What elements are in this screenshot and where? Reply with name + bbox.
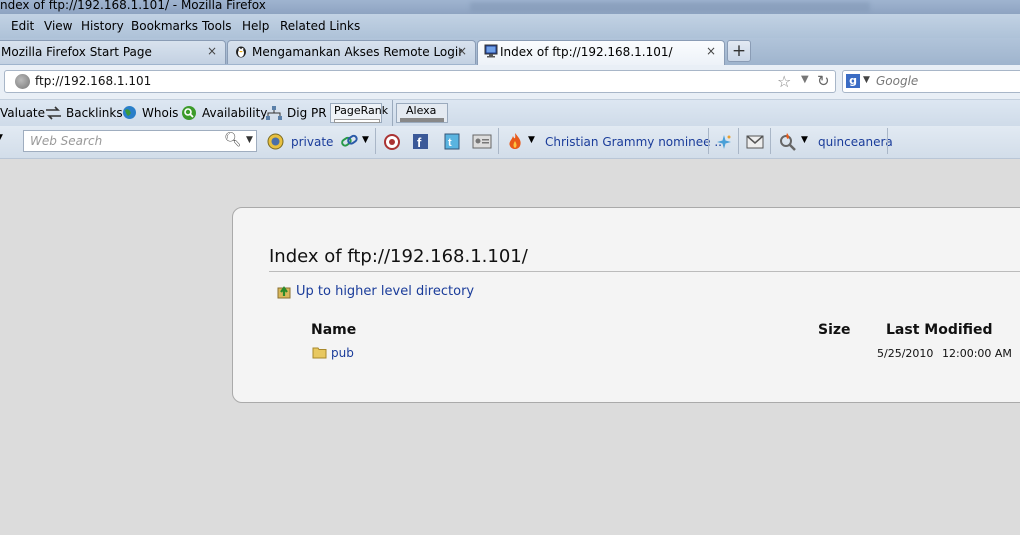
menu-help[interactable]: Help — [242, 19, 269, 33]
folder-icon — [312, 347, 327, 359]
page-content: Index of ftp://192.168.1.101/ Up to high… — [0, 159, 1020, 535]
tab-strip: Mozilla Firefox Start Page × Mengamankan… — [0, 38, 1020, 65]
twitter-icon[interactable]: t — [442, 133, 462, 151]
menu-bar: Edit View History Bookmarks Tools Help R… — [0, 14, 1020, 38]
sparkle-icon[interactable] — [715, 134, 733, 150]
facebook-icon[interactable]: f — [412, 133, 432, 151]
valuate-button[interactable]: Valuate — [0, 106, 45, 120]
modified-time: 12:00:00 AM — [942, 347, 1012, 360]
separator — [738, 128, 739, 154]
svg-text:t: t — [448, 137, 452, 149]
backlinks-button[interactable]: Backlinks — [66, 106, 123, 120]
pagerank-bar — [334, 119, 380, 123]
chevron-down-icon[interactable]: ▼ — [801, 135, 808, 145]
menu-history[interactable]: History — [81, 19, 124, 33]
search-flame-icon[interactable] — [778, 132, 798, 151]
menu-related-links[interactable]: Related Links — [280, 19, 360, 33]
menu-tools[interactable]: Tools — [202, 19, 232, 33]
monitor-icon — [484, 44, 498, 58]
close-icon[interactable]: × — [457, 44, 467, 58]
search-icon[interactable]: 🔍︎ — [224, 132, 242, 148]
chevron-down-icon[interactable]: ▼ — [246, 135, 253, 145]
web-search-placeholder: Web Search — [30, 134, 103, 148]
menu-edit[interactable]: Edit — [11, 19, 34, 33]
menu-bookmarks[interactable]: Bookmarks — [131, 19, 198, 33]
tab-firefox-start[interactable]: Mozilla Firefox Start Page × — [0, 40, 226, 64]
chevron-down-icon[interactable]: ▼ — [863, 75, 870, 85]
close-icon[interactable]: × — [706, 44, 716, 58]
url-text[interactable]: ftp://192.168.1.101 — [35, 74, 151, 88]
alexa-widget[interactable]: Alexa — [396, 103, 448, 123]
id-card-icon[interactable] — [472, 134, 492, 150]
separator — [770, 128, 771, 154]
tab-label: Mengamankan Akses Remote Login s... — [252, 45, 462, 59]
quinceanera-link[interactable]: quinceanera — [818, 135, 893, 149]
web-search-input[interactable]: Web Search 🔍︎ ▼ — [23, 130, 257, 152]
search-placeholder: Google — [876, 74, 919, 88]
modified-date: 5/25/2010 — [877, 347, 934, 360]
chevron-down-icon[interactable]: ▼ — [362, 135, 369, 145]
directory-listing-panel: Index of ftp://192.168.1.101/ Up to high… — [232, 207, 1020, 403]
globe-icon — [123, 106, 136, 119]
search-toolbar: ▼ Web Search 🔍︎ ▼ private ▼ f t ▼ Christ… — [0, 126, 1020, 159]
pagerank-label: PageRank — [334, 104, 389, 117]
separator — [498, 128, 499, 154]
dig-pr-button[interactable]: Dig PR — [287, 106, 327, 120]
whois-button[interactable]: Whois — [142, 106, 178, 120]
network-icon — [266, 106, 282, 120]
column-header-size[interactable]: Size — [818, 322, 851, 338]
private-link[interactable]: private — [291, 135, 333, 149]
tab-mengamankan[interactable]: Mengamankan Akses Remote Login s... × — [227, 40, 476, 64]
chevron-down-icon[interactable]: ▼ — [0, 133, 3, 143]
navigation-bar: ftp://192.168.1.101 ☆ ▼ ↻ g ▼ Google — [0, 65, 1020, 100]
column-header-last-modified[interactable]: Last Modified — [886, 322, 993, 338]
up-directory-link[interactable]: Up to higher level directory — [296, 284, 474, 299]
chevron-down-icon[interactable]: ▼ — [801, 74, 809, 85]
globe-icon — [15, 74, 30, 89]
tab-label: Mozilla Firefox Start Page — [1, 45, 152, 59]
news-link[interactable]: Christian Grammy nominee ... — [545, 135, 726, 149]
menu-view[interactable]: View — [44, 19, 72, 33]
privacy-globe-icon — [267, 133, 284, 150]
fire-icon[interactable] — [506, 132, 524, 151]
availability-button[interactable]: Availability — [202, 106, 267, 120]
url-bar[interactable]: ftp://192.168.1.101 ☆ ▼ ↻ — [4, 70, 836, 93]
tab-label: Index of ftp://192.168.1.101/ — [500, 45, 673, 59]
window-title: ndex of ftp://192.168.1.101/ - Mozilla F… — [0, 0, 266, 12]
column-header-name[interactable]: Name — [311, 322, 356, 338]
backlinks-icon — [46, 106, 61, 120]
tab-index-ftp[interactable]: Index of ftp://192.168.1.101/ × — [477, 40, 725, 65]
pagerank-widget[interactable]: PageRank — [330, 103, 388, 123]
google-icon[interactable]: g — [846, 74, 860, 88]
up-folder-icon — [277, 286, 291, 299]
separator — [887, 128, 888, 154]
separator — [392, 100, 393, 126]
page-title: Index of ftp://192.168.1.101/ — [269, 246, 528, 267]
chevron-down-icon[interactable]: ▼ — [528, 135, 535, 145]
recycle-badge-icon[interactable] — [383, 133, 401, 151]
svg-text:f: f — [417, 135, 422, 150]
new-tab-button[interactable]: + — [727, 40, 751, 62]
separator — [375, 128, 376, 154]
file-link-pub[interactable]: pub — [331, 346, 354, 360]
close-icon[interactable]: × — [207, 44, 217, 58]
alexa-bar — [400, 118, 444, 122]
title-bar: ndex of ftp://192.168.1.101/ - Mozilla F… — [0, 0, 1020, 14]
title-bar-blur — [470, 2, 870, 12]
penguin-icon — [236, 46, 246, 58]
bookmark-star-icon[interactable]: ☆ — [777, 72, 791, 91]
link-chain-icon[interactable] — [340, 133, 360, 150]
seo-toolbar: Valuate Backlinks Whois Availability Dig… — [0, 100, 1020, 126]
search-bar[interactable]: g ▼ Google — [842, 70, 1020, 93]
separator — [708, 128, 709, 154]
magnifier-green-icon — [182, 106, 196, 120]
divider — [269, 271, 1020, 272]
reload-icon[interactable]: ↻ — [817, 72, 830, 90]
alexa-label: Alexa — [406, 104, 437, 117]
mail-icon[interactable] — [746, 135, 764, 149]
